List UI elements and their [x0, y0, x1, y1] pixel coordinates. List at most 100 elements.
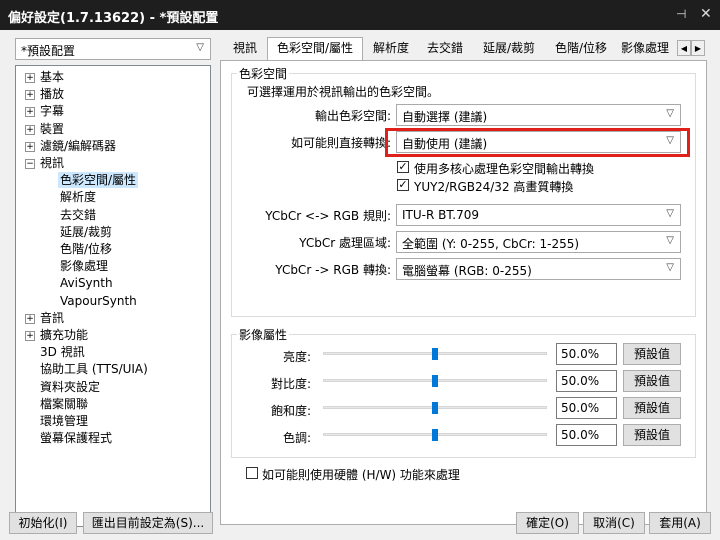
- tree-item[interactable]: 去交錯: [58, 207, 98, 223]
- ycbcr-rule-value: ITU-R BT.709: [402, 208, 479, 222]
- pin-icon[interactable]: ⊣: [676, 7, 686, 21]
- tab-label: 色彩空間/屬性: [276, 41, 354, 55]
- chevron-down-icon: ▽: [666, 235, 674, 246]
- tree-item[interactable]: 播放: [38, 86, 66, 102]
- tree-item[interactable]: 色彩空間/屬性: [58, 172, 139, 189]
- close-icon[interactable]: ✕: [700, 6, 712, 22]
- chevron-down-icon: ▽: [196, 42, 204, 53]
- property-value-field[interactable]: 50.0%: [556, 370, 617, 392]
- tab-label: 色階/位移: [554, 41, 608, 55]
- colorspace-description: 可選擇運用於視訊輸出的色彩空間。: [247, 85, 440, 99]
- export-settings-button[interactable]: 匯出目前設定為(S)...: [83, 512, 213, 534]
- property-value-field[interactable]: 50.0%: [556, 397, 617, 419]
- slider-thumb[interactable]: [432, 348, 438, 360]
- cancel-button[interactable]: 取消(C): [583, 512, 645, 534]
- tree-item[interactable]: 擴充功能: [38, 327, 90, 343]
- title-bar: 偏好設定(1.7.13622) - *預設配置 ⊣ ✕: [0, 0, 720, 30]
- tree-item[interactable]: 視訊: [38, 155, 66, 171]
- ycbcr-convert-select[interactable]: 電腦螢幕 (RGB: 0-255) ▽: [396, 258, 681, 280]
- multicore-label: 使用多核心處理色彩空間輸出轉換: [414, 162, 595, 176]
- tab-scroll-right-icon[interactable]: ▶: [691, 40, 705, 56]
- tree-expander-icon[interactable]: +: [25, 90, 35, 101]
- tree-item[interactable]: 濾鏡/編解碼器: [38, 138, 118, 154]
- dialog-body: *預設配置 ▽ + 基本 + 播放 + 字幕 + 裝置 + 濾鏡/編解碼器 − 視訊 色彩空間/屬性 解析…: [0, 30, 720, 540]
- initialize-button[interactable]: 初始化(I): [9, 512, 77, 534]
- tree-expander-icon[interactable]: −: [25, 159, 35, 169]
- ycbcr-rule-label: YCbCr <-> RGB 規則:: [265, 209, 391, 223]
- tab-label: 去交錯: [426, 41, 463, 55]
- tab-label: 影像處理: [621, 41, 670, 55]
- yuy2-label: YUY2/RGB24/32 高畫質轉換: [414, 180, 574, 194]
- check-icon: ✓: [398, 178, 408, 191]
- ycbcr-range-select[interactable]: 全範圍 (Y: 0-255, CbCr: 1-255) ▽: [396, 231, 681, 253]
- property-value-field[interactable]: 50.0%: [556, 343, 617, 365]
- tree-item[interactable]: AviSynth: [58, 275, 115, 291]
- tree-item[interactable]: 螢幕保護程式: [38, 430, 114, 446]
- default-value-button[interactable]: 預設值: [623, 424, 681, 446]
- ycbcr-convert-label: YCbCr -> RGB 轉換:: [275, 263, 391, 277]
- property-value-field[interactable]: 50.0%: [556, 424, 617, 446]
- tree-expander-icon[interactable]: +: [25, 141, 35, 152]
- settings-tree: + 基本 + 播放 + 字幕 + 裝置 + 濾鏡/編解碼器 − 視訊 色彩空間/屬性 解析度 去交錯 延展/裁…: [15, 65, 211, 527]
- profile-select-value: *預設配置: [21, 44, 76, 58]
- apply-button[interactable]: 套用(A): [649, 512, 711, 534]
- colorspace-group-label: 色彩空間: [237, 65, 290, 82]
- property-label: 亮度:: [282, 350, 311, 364]
- tab-levels-offset[interactable]: 色階/位移: [549, 38, 613, 59]
- tree-item[interactable]: 影像處理: [58, 258, 110, 274]
- tab-deinterlace[interactable]: 去交錯: [421, 38, 469, 59]
- check-icon: ✓: [398, 160, 408, 173]
- image-properties-group-label: 影像屬性: [237, 326, 290, 343]
- slider-thumb[interactable]: [432, 402, 438, 414]
- output-colorspace-select[interactable]: 自動選擇 (建議) ▽: [396, 104, 681, 126]
- tree-item[interactable]: 音訊: [38, 310, 66, 326]
- tree-expander-icon[interactable]: +: [25, 331, 35, 341]
- yuy2-checkbox[interactable]: ✓: [397, 179, 409, 191]
- default-value-button[interactable]: 預設值: [623, 343, 681, 365]
- tree-item[interactable]: 基本: [38, 69, 66, 85]
- chevron-down-icon: ▽: [666, 262, 674, 273]
- tab-image-processing[interactable]: 影像處理: [621, 38, 677, 59]
- tree-item[interactable]: 檔案關聯: [38, 396, 90, 412]
- ycbcr-rule-select[interactable]: ITU-R BT.709 ▽: [396, 204, 681, 226]
- tree-item[interactable]: 3D 視訊: [38, 344, 87, 360]
- tree-item[interactable]: 延展/裁剪: [58, 224, 114, 240]
- tree-expander-icon[interactable]: +: [25, 107, 35, 118]
- tab-stretch-crop[interactable]: 延展/裁剪: [477, 38, 541, 59]
- chevron-down-icon: ▽: [666, 208, 674, 219]
- tree-item[interactable]: 解析度: [58, 189, 98, 205]
- tab-label: 解析度: [372, 41, 409, 55]
- window-title: 偏好設定(1.7.13622) - *預設配置: [8, 11, 219, 26]
- tab-resolution[interactable]: 解析度: [367, 38, 415, 59]
- tree-item[interactable]: VapourSynth: [58, 293, 139, 309]
- property-label: 飽和度:: [270, 404, 311, 418]
- default-value-button[interactable]: 預設值: [623, 397, 681, 419]
- tree-item[interactable]: 協助工具 (TTS/UIA): [38, 361, 150, 377]
- slider-thumb[interactable]: [432, 429, 438, 441]
- property-label: 對比度:: [270, 377, 311, 391]
- output-colorspace-value: 自動選擇 (建議): [402, 110, 488, 124]
- tab-colorspace[interactable]: 色彩空間/屬性: [267, 37, 363, 61]
- multicore-checkbox[interactable]: ✓: [397, 161, 409, 173]
- chevron-down-icon: ▽: [666, 108, 674, 119]
- tree-item[interactable]: 環境管理: [38, 413, 90, 429]
- default-value-button[interactable]: 預設值: [623, 370, 681, 392]
- tree-item[interactable]: 資料夾設定: [38, 379, 102, 395]
- tab-label: 延展/裁剪: [482, 41, 536, 55]
- hardware-checkbox[interactable]: [246, 467, 258, 479]
- preferences-window: 偏好設定(1.7.13622) - *預設配置 ⊣ ✕ *預設配置 ▽ + 基本 +…: [0, 0, 720, 540]
- tree-expander-icon[interactable]: +: [25, 124, 35, 135]
- ok-button[interactable]: 確定(O): [516, 512, 579, 534]
- ycbcr-range-label: YCbCr 處理區域:: [299, 236, 391, 250]
- tree-item[interactable]: 裝置: [38, 121, 66, 137]
- tree-item[interactable]: 字幕: [38, 103, 66, 119]
- profile-select[interactable]: *預設配置 ▽: [15, 38, 211, 60]
- output-colorspace-label: 輸出色彩空間:: [314, 109, 391, 123]
- tab-video[interactable]: 視訊: [227, 38, 263, 59]
- tree-expander-icon[interactable]: +: [25, 313, 35, 324]
- slider-thumb[interactable]: [432, 375, 438, 387]
- tab-scroll-left-icon[interactable]: ◀: [677, 40, 691, 56]
- tree-item[interactable]: 色階/位移: [58, 241, 114, 257]
- property-label: 色調:: [282, 431, 311, 445]
- tree-expander-icon[interactable]: +: [25, 73, 35, 83]
